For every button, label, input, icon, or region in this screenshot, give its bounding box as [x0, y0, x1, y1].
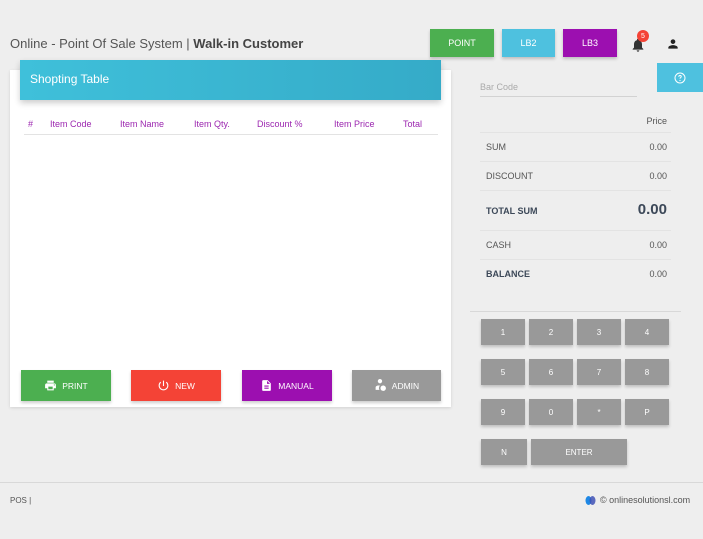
discount-label: DISCOUNT	[486, 171, 533, 181]
sum-value: 0.00	[649, 142, 667, 152]
key-8[interactable]: 8	[625, 359, 669, 385]
new-button[interactable]: NEW	[131, 370, 221, 401]
footer-divider	[0, 482, 703, 483]
barcode-input[interactable]	[480, 78, 637, 97]
lb2-button[interactable]: LB2	[502, 29, 555, 57]
key-5[interactable]: 5	[481, 359, 525, 385]
key-0[interactable]: 0	[529, 399, 573, 425]
col-total: Total	[403, 119, 423, 129]
cash-label: CASH	[486, 240, 512, 250]
sum-row: SUM 0.00	[480, 132, 671, 162]
footer-credit[interactable]: © onlinesolutionsl.com	[584, 494, 690, 506]
title-prefix: Online - Point Of Sale System |	[10, 36, 194, 51]
discount-value: 0.00	[649, 171, 667, 181]
customer-name: Walk-in Customer	[193, 36, 304, 51]
balance-value: 0.00	[649, 269, 667, 279]
key-6[interactable]: 6	[529, 359, 573, 385]
cash-row: CASH 0.00	[480, 230, 671, 259]
manual-button[interactable]: MANUAL	[242, 370, 332, 401]
key-n[interactable]: N	[481, 439, 527, 465]
key-7[interactable]: 7	[577, 359, 621, 385]
col-item-code: Item Code	[50, 119, 92, 129]
total-sum-label: TOTAL SUM	[486, 206, 538, 216]
total-sum-row: TOTAL SUM 0.00	[480, 190, 671, 230]
manual-label: MANUAL	[278, 380, 314, 391]
price-header: Price	[646, 116, 667, 126]
key-9[interactable]: 9	[481, 399, 525, 425]
divider	[470, 311, 681, 312]
col-discount: Discount %	[257, 119, 303, 129]
print-button[interactable]: PRINT	[21, 370, 111, 401]
balance-row: BALANCE 0.00	[480, 259, 671, 288]
document-icon	[262, 380, 272, 391]
company-logo-icon	[585, 496, 596, 505]
power-icon	[158, 380, 169, 391]
admin-icon	[375, 379, 386, 391]
key-2[interactable]: 2	[529, 319, 573, 345]
new-label: NEW	[175, 380, 195, 391]
sum-label: SUM	[486, 142, 506, 152]
printer-icon	[45, 380, 57, 391]
cash-value: 0.00	[649, 240, 667, 250]
person-icon[interactable]	[666, 37, 680, 51]
key-1[interactable]: 1	[481, 319, 525, 345]
point-button[interactable]: POINT	[430, 29, 494, 57]
col-item-price: Item Price	[334, 119, 375, 129]
discount-row: DISCOUNT 0.00	[480, 161, 671, 190]
help-button[interactable]	[657, 63, 703, 92]
admin-button[interactable]: ADMIN	[352, 370, 441, 401]
footer-left-text: POS |	[10, 496, 32, 505]
footer-right-text: © onlinesolutionsl.com	[600, 495, 691, 505]
total-sum-value: 0.00	[637, 201, 667, 218]
key-star[interactable]: *	[577, 399, 621, 425]
col-item-qty: Item Qty.	[194, 119, 230, 129]
notification-badge: 5	[637, 30, 649, 42]
col-number: #	[28, 119, 34, 129]
admin-label: ADMIN	[391, 380, 420, 391]
col-item-name: Item Name	[120, 119, 165, 129]
table-header: # Item Code Item Name Item Qty. Discount…	[24, 119, 438, 135]
key-3[interactable]: 3	[577, 319, 621, 345]
key-p[interactable]: P	[625, 399, 669, 425]
help-circle-icon	[674, 72, 686, 83]
balance-label: BALANCE	[486, 269, 530, 279]
page-title: Online - Point Of Sale System | Walk-in …	[10, 36, 303, 51]
enter-key[interactable]: ENTER	[531, 439, 627, 465]
lb3-button[interactable]: LB3	[563, 29, 617, 57]
print-label: PRINT	[62, 380, 88, 391]
shopping-table-title: Shopting Table	[20, 60, 441, 100]
key-4[interactable]: 4	[625, 319, 669, 345]
